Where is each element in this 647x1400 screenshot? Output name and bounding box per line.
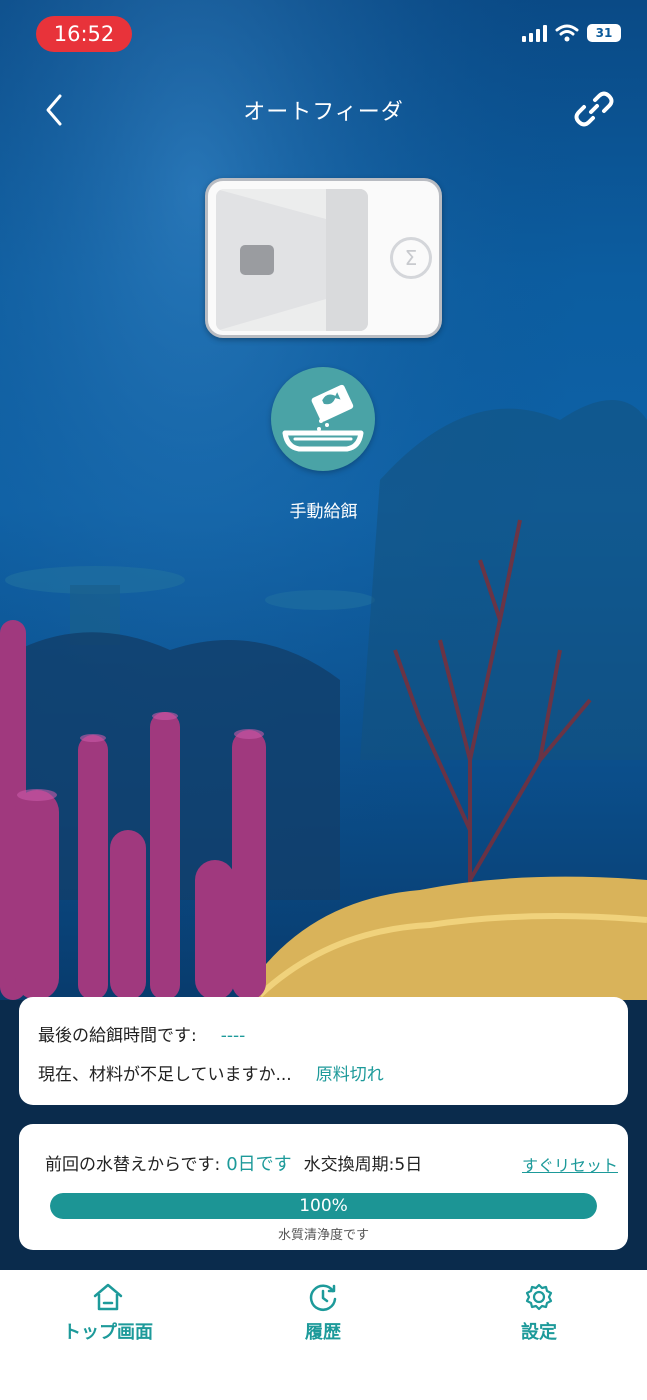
- material-label: 現在、材料が不足していますか...: [38, 1065, 292, 1085]
- status-time: 16:52: [36, 16, 132, 52]
- feeding-info-card: 最後の給餌時間です: ---- 現在、材料が不足していますか... 原料切れ: [19, 997, 628, 1105]
- tab-home-label: トップ画面: [63, 1322, 153, 1343]
- battery-icon: 31: [587, 24, 621, 42]
- status-bar: 16:52 31: [0, 0, 647, 68]
- last-feed-value: ----: [220, 1026, 246, 1046]
- gear-icon: [525, 1283, 553, 1311]
- water-change-line: 前回の水替えからです: 0日です 水交換周期:5日: [45, 1150, 422, 1176]
- device-knob: [240, 245, 274, 275]
- manual-feed-label: 手動給餌: [289, 502, 358, 522]
- tab-history-label: 履歴: [305, 1322, 341, 1343]
- tab-home[interactable]: トップ画面: [28, 1282, 188, 1344]
- device-window: [216, 189, 368, 331]
- tab-settings-label: 設定: [521, 1322, 557, 1343]
- last-feed-row: 最後の給餌時間です: ----: [38, 1021, 245, 1046]
- tab-history[interactable]: 履歴: [243, 1282, 403, 1344]
- signal-icon: [522, 24, 547, 42]
- home-icon: [93, 1283, 123, 1311]
- link-icon[interactable]: [573, 88, 615, 130]
- tab-bar: トップ画面 履歴 設定: [0, 1270, 647, 1400]
- reset-button[interactable]: すぐリセット: [522, 1152, 618, 1176]
- manual-feed-button[interactable]: [271, 367, 375, 471]
- material-row: 現在、材料が不足していますか... 原料切れ: [38, 1060, 384, 1085]
- water-purity-caption: 水質清浄度です: [277, 1228, 369, 1243]
- status-icons: 31: [522, 24, 621, 42]
- history-icon: [309, 1284, 337, 1311]
- water-cycle-label: 水交換周期:5日: [303, 1155, 423, 1175]
- feeding-icon: [282, 384, 364, 452]
- nav-bar: オートフィーダ: [0, 80, 647, 140]
- water-purity-value: 100%: [299, 1196, 348, 1216]
- device-logo: Σ: [390, 237, 432, 279]
- material-status: 原料切れ: [315, 1065, 384, 1085]
- water-since-value: 0日です: [226, 1154, 292, 1175]
- page-title: オートフィーダ: [243, 100, 404, 125]
- last-feed-label: 最後の給餌時間です:: [38, 1026, 197, 1046]
- tab-settings[interactable]: 設定: [459, 1282, 619, 1344]
- water-since-label: 前回の水替えからです:: [45, 1155, 221, 1175]
- water-change-card: 前回の水替えからです: 0日です 水交換周期:5日 すぐリセット 100% 水質清浄…: [19, 1124, 628, 1250]
- wifi-icon: [555, 24, 579, 42]
- device-image: Σ: [205, 178, 442, 338]
